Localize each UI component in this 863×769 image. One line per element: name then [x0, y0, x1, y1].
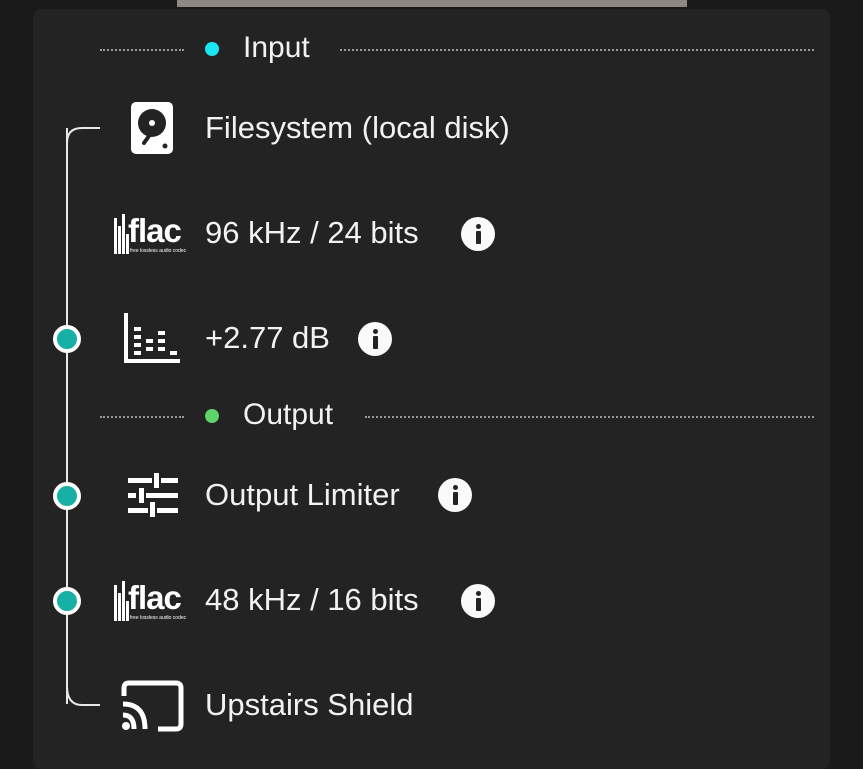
- sliders-icon: [128, 473, 178, 517]
- limiter-node: [53, 482, 81, 510]
- output-device-label: Upstairs Shield: [205, 687, 414, 722]
- output-format-node: [53, 587, 81, 615]
- gain-label: +2.77 dB: [205, 320, 330, 355]
- flac-logo-tagline: free lossless audio codec: [130, 248, 187, 254]
- input-divider-left: [100, 49, 184, 51]
- limiter-label: Output Limiter: [205, 477, 400, 512]
- output-format-label: 48 kHz / 16 bits: [205, 582, 419, 617]
- output-divider-right: [365, 416, 814, 418]
- input-section-label: Input: [243, 31, 310, 64]
- output-status-dot: [205, 409, 219, 423]
- flac-logo-text: flac: [128, 212, 182, 249]
- output-section-label: Output: [243, 398, 334, 431]
- input-status-dot: [205, 42, 219, 56]
- flac-logo-bars: [114, 581, 129, 621]
- limiter-info-icon[interactable]: [438, 478, 472, 512]
- input-divider-right: [340, 49, 814, 51]
- hard-disk-icon: [131, 102, 173, 154]
- signal-path-line-top-curve: [66, 127, 100, 144]
- flac-logo-tagline: free lossless audio codec: [130, 615, 187, 621]
- input-format-info-icon[interactable]: [461, 217, 495, 251]
- level-meter-icon: [124, 313, 180, 363]
- gain-info-icon[interactable]: [358, 322, 392, 356]
- output-divider-left: [100, 416, 184, 418]
- output-format-info-icon[interactable]: [461, 584, 495, 618]
- signal-path-line-bottom-curve: [66, 686, 100, 706]
- cast-icon: [121, 680, 184, 732]
- flac-logo-bars: [114, 214, 129, 254]
- input-format-label: 96 kHz / 24 bits: [205, 215, 419, 250]
- signal-path-line: [66, 128, 68, 704]
- flac-logo-text: flac: [128, 579, 182, 616]
- gain-node: [53, 325, 81, 353]
- input-source-label: Filesystem (local disk): [205, 110, 510, 145]
- top-strip: [177, 0, 687, 7]
